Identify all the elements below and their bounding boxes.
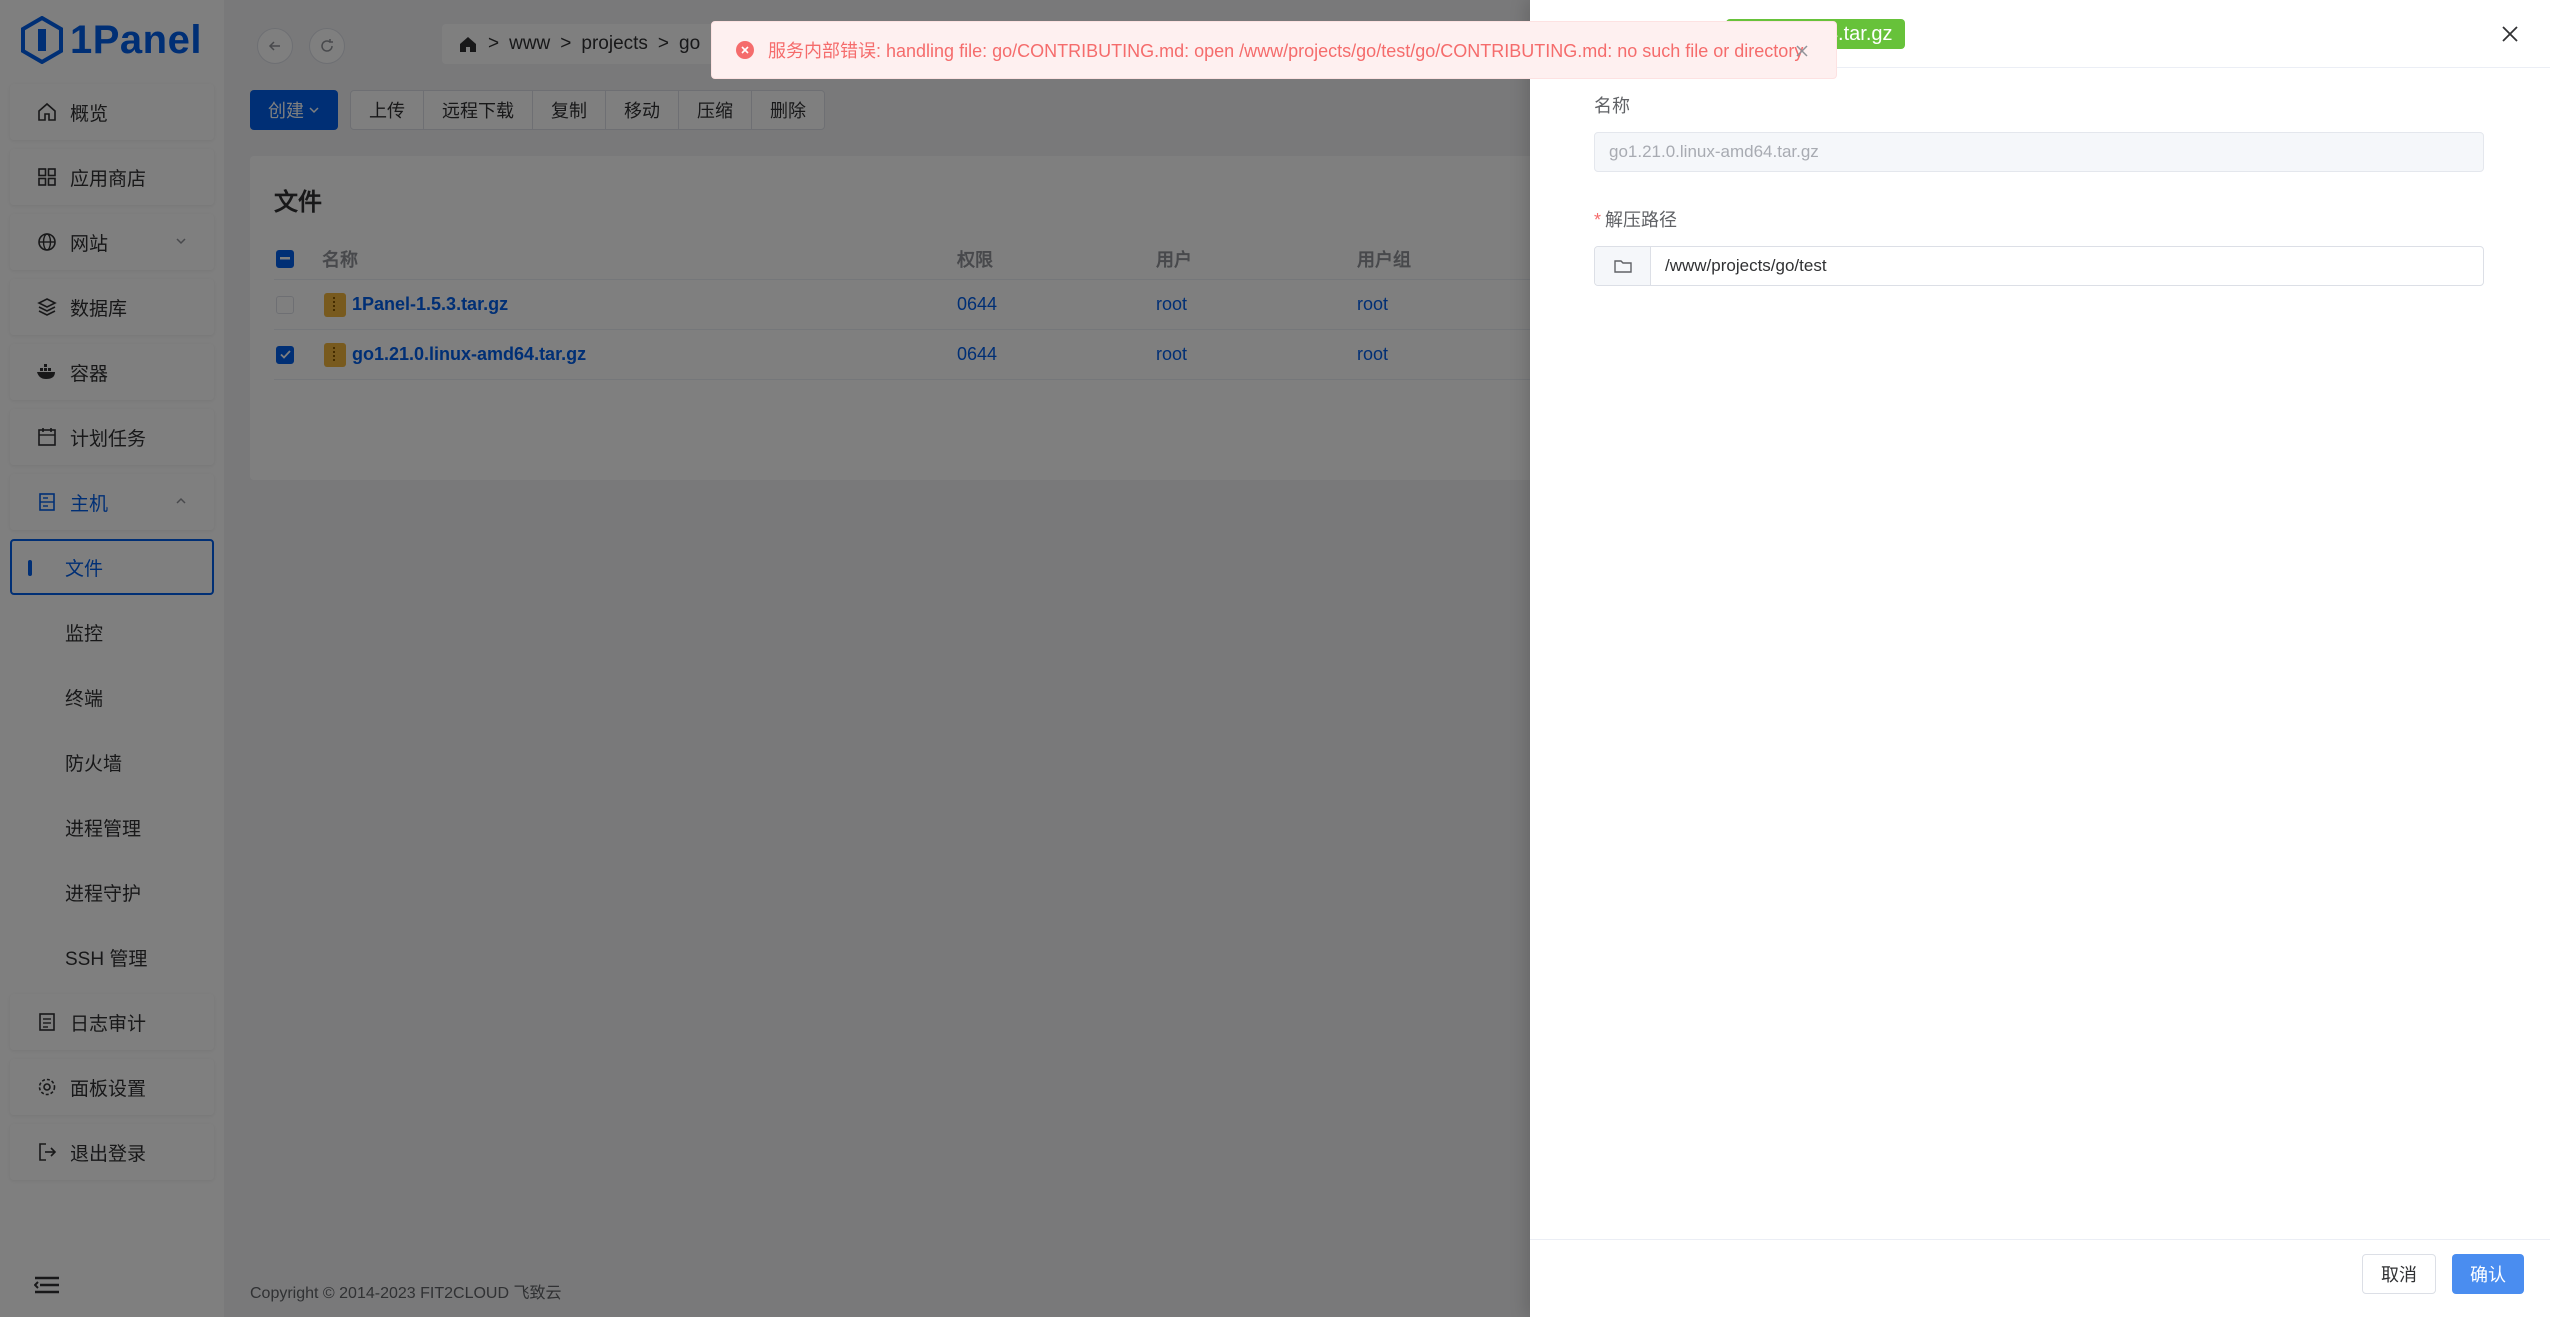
- path-input[interactable]: /www/projects/go/test: [1594, 246, 2484, 286]
- required-mark: *: [1594, 210, 1602, 230]
- error-message-toast: 服务内部错误: handling file: go/CONTRIBUTING.m…: [711, 21, 1837, 79]
- drawer-footer: 取消 确认: [1530, 1239, 2550, 1317]
- decompress-form: 名称 go1.21.0.linux-amd64.tar.gz * 解压路径 /ww…: [1594, 92, 2484, 286]
- folder-picker-button[interactable]: [1595, 247, 1651, 285]
- folder-icon: [1613, 260, 1632, 273]
- close-icon[interactable]: [1794, 43, 1810, 59]
- decompress-drawer: nux-amd64.tar.gz 名称 go1.21.0.linux-amd64…: [1530, 0, 2550, 1317]
- modal-overlay[interactable]: [0, 0, 1530, 1317]
- path-value[interactable]: /www/projects/go/test: [1651, 256, 1827, 276]
- close-icon[interactable]: [2500, 24, 2520, 44]
- path-label-text: 解压路径: [1605, 210, 1678, 230]
- name-label: 名称: [1594, 96, 1630, 116]
- error-icon: [736, 41, 754, 59]
- confirm-button[interactable]: 确认: [2452, 1254, 2524, 1294]
- cancel-button[interactable]: 取消: [2362, 1254, 2436, 1294]
- path-label: * 解压路径: [1594, 206, 2484, 232]
- name-input: go1.21.0.linux-amd64.tar.gz: [1594, 132, 2484, 172]
- error-message-text: 服务内部错误: handling file: go/CONTRIBUTING.m…: [768, 41, 1804, 61]
